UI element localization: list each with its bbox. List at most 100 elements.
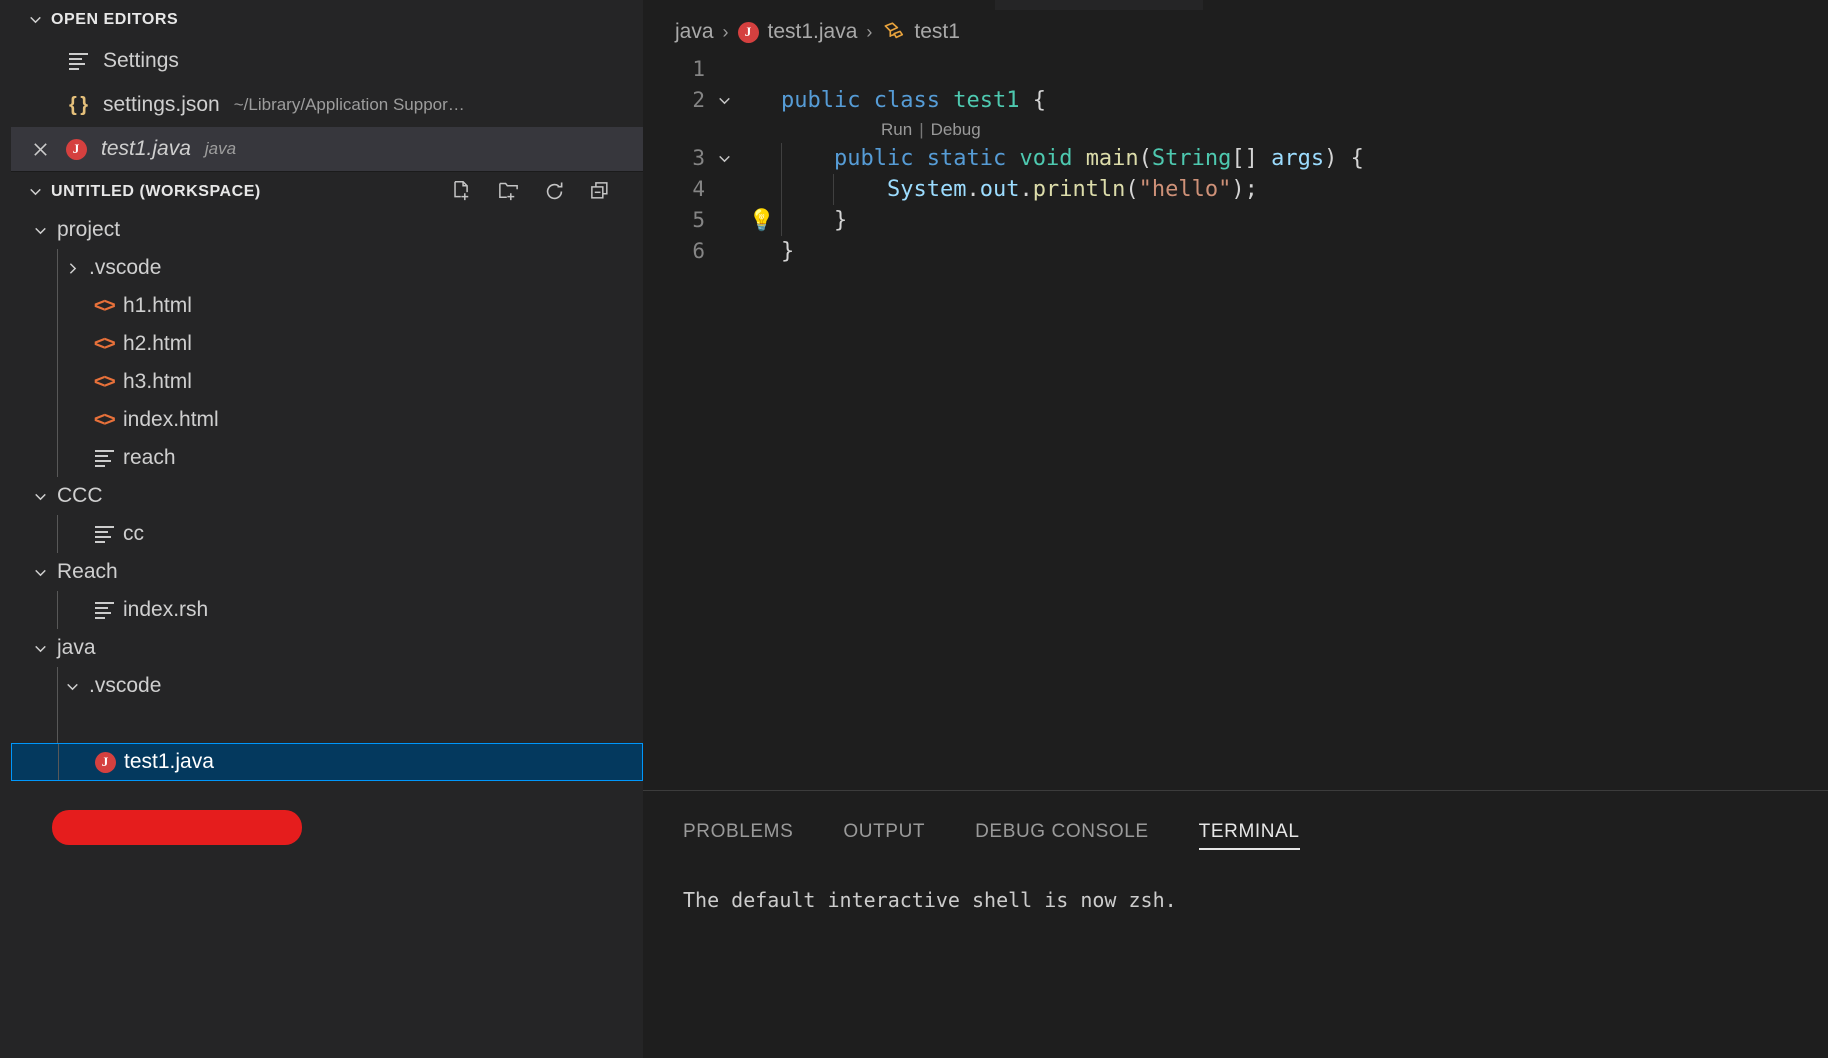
panel-tab-output[interactable]: OUTPUT xyxy=(843,790,925,874)
indent-guide xyxy=(57,515,58,553)
html-file-icon: <> xyxy=(93,294,116,317)
close-icon[interactable] xyxy=(23,132,57,166)
java-file-icon: J xyxy=(57,138,95,160)
code-token: ); xyxy=(1231,177,1258,202)
new-file-icon[interactable] xyxy=(449,179,475,205)
indent-guide xyxy=(57,363,58,401)
code-token: out xyxy=(979,177,1020,202)
code-token: "hello" xyxy=(1138,177,1232,202)
panel-tab-terminal[interactable]: TERMINAL xyxy=(1198,790,1300,874)
line-number: 6 xyxy=(692,239,705,263)
code-line-text: } xyxy=(781,205,847,236)
tree-row-project[interactable]: project xyxy=(11,211,643,249)
class-symbol-icon xyxy=(881,21,905,43)
tree-row-h3-html[interactable]: <> h3.html xyxy=(11,363,643,401)
code-token: . xyxy=(966,177,980,202)
breadcrumb-label: test1 xyxy=(914,20,960,43)
new-folder-icon[interactable] xyxy=(495,179,521,205)
breadcrumb-item-symbol[interactable]: test1 xyxy=(881,20,960,44)
code-editor[interactable]: 1 2 public class test1 {Run | Debug 3 public … xyxy=(643,54,1828,790)
tree-row-test1-java[interactable]: Jtest1.java xyxy=(11,743,643,781)
vscode-window: OPEN EDITORS Settings { } settings.json … xyxy=(0,0,1828,1058)
tree-row-index-html[interactable]: <> index.html xyxy=(11,401,643,439)
terminal-output-line: The default interactive shell is now zsh… xyxy=(683,888,1177,912)
code-line: 1 xyxy=(643,54,1828,85)
code-line-text: public class test1 { xyxy=(781,85,1046,116)
indent-guide xyxy=(57,401,58,439)
chevron-right-icon xyxy=(57,260,87,277)
indent-guide xyxy=(57,667,58,705)
codelens-debug-link[interactable]: Debug xyxy=(931,120,981,140)
tree-row-h2-html[interactable]: <> h2.html xyxy=(11,325,643,363)
breadcrumb: java › J test1.java › test1 xyxy=(643,10,960,54)
chevron-down-icon xyxy=(23,180,47,204)
breadcrumb-separator: › xyxy=(722,21,729,42)
tree-row-java[interactable]: java xyxy=(11,629,643,667)
fold-chevron-down-icon[interactable] xyxy=(705,92,743,109)
redaction-overlay xyxy=(52,810,302,845)
code-line-text: public static void main(String[] args) { xyxy=(781,143,1364,174)
code-token: class xyxy=(873,88,940,113)
fold-chevron-down-icon[interactable] xyxy=(705,150,743,167)
chevron-down-icon xyxy=(23,8,47,32)
editor-area: java › J test1.java › test1 1 2 public c… xyxy=(643,0,1828,1058)
collapse-all-icon[interactable] xyxy=(587,179,613,205)
indent-guide xyxy=(57,249,58,287)
lightbulb-icon[interactable]: 💡 xyxy=(743,210,781,231)
code-token: static xyxy=(926,146,1007,171)
code-token: void xyxy=(1019,146,1073,171)
open-editors-header[interactable]: OPEN EDITORS xyxy=(11,0,643,39)
tree-row-index-rsh[interactable]: index.rsh xyxy=(11,591,643,629)
tree-row-label: index.html xyxy=(123,408,219,431)
chevron-down-icon xyxy=(57,678,87,695)
java-file-icon: J xyxy=(88,751,122,773)
tree-row-label: Reach xyxy=(57,560,118,583)
code-token: String xyxy=(1151,146,1232,171)
refresh-icon[interactable] xyxy=(541,179,567,205)
chevron-down-icon xyxy=(25,564,55,581)
codelens-run-link[interactable]: Run xyxy=(881,120,912,140)
code-line: 5 💡 } xyxy=(643,205,1828,236)
open-editor-item-settings-json[interactable]: { } settings.json ~/Library/Application … xyxy=(11,83,643,127)
open-editor-label: test1.java xyxy=(101,137,191,160)
editor-tab-placeholder[interactable] xyxy=(643,0,995,10)
java-file-icon: J xyxy=(737,21,759,43)
tree-row--vscode[interactable]: .vscode xyxy=(11,249,643,287)
tree-row-label: index.rsh xyxy=(123,598,209,621)
indent-guide xyxy=(57,439,58,477)
code-line-text: } xyxy=(781,236,794,267)
breadcrumb-item-folder[interactable]: java xyxy=(675,20,714,44)
breadcrumb-item-file[interactable]: J test1.java xyxy=(737,20,857,44)
codelens-run-debug: Run | Debug xyxy=(643,116,1828,143)
panel-tab-debug-console[interactable]: DEBUG CONSOLE xyxy=(975,790,1149,874)
workspace-title: UNTITLED (WORKSPACE) xyxy=(51,182,261,200)
tree-row--vscode[interactable]: .vscode xyxy=(11,667,643,705)
open-editor-label: Settings xyxy=(103,49,179,72)
json-file-icon: { } xyxy=(68,93,88,116)
tree-row-label: project xyxy=(57,218,121,241)
editor-tab-placeholder-2[interactable] xyxy=(1203,0,1828,10)
panel-tabs: PROBLEMS OUTPUT DEBUG CONSOLE TERMINAL xyxy=(643,790,1350,874)
tree-row-h1-html[interactable]: <> h1.html xyxy=(11,287,643,325)
code-line: 6} xyxy=(643,236,1828,267)
tree-row-label: h1.html xyxy=(123,294,192,317)
workspace-header[interactable]: UNTITLED (WORKSPACE) xyxy=(11,172,643,211)
codelens-separator: | xyxy=(919,119,924,139)
tree-row-cc[interactable]: cc xyxy=(11,515,643,553)
bottom-panel: PROBLEMS OUTPUT DEBUG CONSOLE TERMINAL The … xyxy=(643,790,1828,1058)
open-editor-item-settings[interactable]: Settings xyxy=(11,39,643,83)
tree-row-label: test1.java xyxy=(124,750,214,773)
open-editor-item-test1-java[interactable]: J test1.java java xyxy=(11,127,643,171)
code-token: { xyxy=(1019,88,1046,113)
tree-row-reach[interactable]: Reach xyxy=(11,553,643,591)
tree-row-reach[interactable]: reach xyxy=(11,439,643,477)
panel-tab-problems[interactable]: PROBLEMS xyxy=(683,790,793,874)
indent-guide xyxy=(57,591,58,629)
terminal-body[interactable]: The default interactive shell is now zsh… xyxy=(683,874,1828,1058)
tree-row-ccc[interactable]: CCC xyxy=(11,477,643,515)
code-line: 2 public class test1 { xyxy=(643,85,1828,116)
